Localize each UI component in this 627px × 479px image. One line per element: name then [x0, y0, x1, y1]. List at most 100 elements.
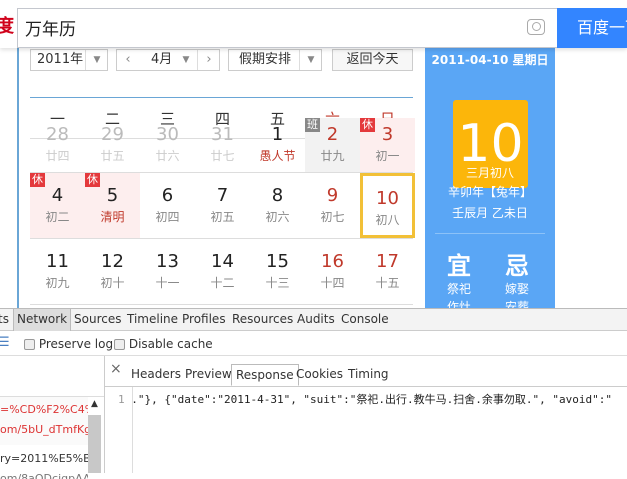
holiday-badge: 休 — [85, 173, 100, 187]
search-input[interactable] — [25, 17, 505, 37]
lunar-date: 清明 — [100, 210, 125, 224]
tab-elements[interactable]: ts — [0, 312, 9, 326]
calendar-day[interactable]: 11 初九 — [30, 239, 85, 304]
calendar-border — [17, 40, 19, 310]
day-number: 29 — [101, 124, 124, 145]
day-number: 5 — [106, 185, 119, 206]
calendar-day[interactable]: 28 廿四 — [30, 118, 85, 172]
request-row[interactable]: ry=2011%E5%B9 om/8aQDcjqpAA — [0, 449, 88, 479]
calendar-day[interactable]: 1 愚人节 — [250, 118, 305, 172]
tab-response[interactable]: Response — [231, 364, 299, 386]
devtools-panel: ts Network Sources Timeline Profiles Res… — [0, 308, 627, 479]
scrollbar-thumb[interactable] — [88, 415, 101, 473]
tab-sources[interactable]: Sources — [74, 312, 121, 326]
lunar-date: 初一 — [375, 149, 400, 163]
back-to-today-button[interactable]: 返回今天 — [332, 49, 413, 71]
calendar-day[interactable]: 16 十四 — [305, 239, 360, 304]
month-select[interactable]: ‹ 4月 ▼ › — [116, 49, 220, 71]
calendar-day[interactable]: 班 2 廿九 — [305, 118, 360, 172]
holiday-value: 假期安排 — [239, 52, 292, 67]
calendar-day[interactable]: 休 4 初二 — [30, 173, 85, 238]
lunar-date: 十三 — [265, 276, 290, 290]
chevron-down-icon: ▼ — [182, 55, 190, 65]
devtools-tabs: ts Network Sources Timeline Profiles Res… — [0, 309, 627, 331]
lunar-date: 十五 — [375, 276, 400, 290]
tab-network[interactable]: Network — [13, 309, 72, 331]
calendar-day[interactable]: 15 十三 — [250, 239, 305, 304]
calendar-day[interactable]: 31 廿七 — [195, 118, 250, 172]
lunar-date: 廿九 — [320, 149, 345, 163]
day-number: 17 — [376, 251, 399, 272]
tab-preview[interactable]: Preview — [185, 367, 232, 381]
calendar-day[interactable]: 休 5 清明 — [85, 173, 140, 238]
pane-divider — [104, 356, 105, 473]
calendar-day[interactable]: 10 初八 — [360, 173, 415, 238]
day-number: 9 — [326, 185, 339, 206]
tab-cookies[interactable]: Cookies — [296, 367, 343, 381]
calendar-day[interactable]: 休 3 初一 — [360, 118, 415, 172]
next-month-icon[interactable]: › — [197, 50, 220, 70]
calendar-day[interactable]: 12 初十 — [85, 239, 140, 304]
tab-resources[interactable]: Resources — [232, 312, 293, 326]
lunar-date: 初八 — [375, 213, 400, 227]
preserve-log-checkbox[interactable]: Preserve log — [24, 337, 113, 351]
camera-icon[interactable] — [527, 19, 545, 35]
lunar-date: 初五 — [210, 210, 235, 224]
day-number: 11 — [46, 251, 69, 272]
calendar-day[interactable]: 8 初六 — [250, 173, 305, 238]
lunar-date: 初七 — [320, 210, 345, 224]
divider — [30, 97, 413, 98]
list-view-icon[interactable]: ☰ — [0, 335, 10, 350]
lunar-date: 初九 — [45, 276, 70, 290]
lunar-date: 十二 — [210, 276, 235, 290]
ji-label: 忌 — [505, 252, 529, 280]
request-row[interactable]: =%CD%F2%C4%lom/5bU_dTmfKg — [0, 397, 88, 445]
tab-profiles[interactable]: Profiles — [182, 312, 226, 326]
day-number: 8 — [271, 185, 284, 206]
day-number: 7 — [216, 185, 229, 206]
lunar-date: 廿五 — [100, 149, 125, 163]
tab-audits[interactable]: Audits — [297, 312, 335, 326]
calendar-day[interactable]: 9 初七 — [305, 173, 360, 238]
close-icon[interactable]: × — [110, 361, 122, 377]
calendar-day[interactable]: 30 廿六 — [140, 118, 195, 172]
baidu-logo: 度 — [0, 16, 14, 37]
detail-ganzhi: 壬辰月 乙未日 — [452, 206, 528, 220]
tab-timeline[interactable]: Timeline — [127, 312, 178, 326]
day-number: 13 — [156, 251, 179, 272]
detail-date: 2011-04-10 星期日 — [431, 53, 549, 67]
chevron-down-icon: ▼ — [85, 50, 108, 70]
day-detail-panel: 2011-04-10 星期日 10 三月初八 辛卯年【兔年】 壬辰月 乙未日 宜… — [425, 40, 555, 314]
lunar-date: 十一 — [155, 276, 180, 290]
divider — [105, 386, 627, 387]
day-number: 10 — [376, 188, 399, 209]
day-number: 28 — [46, 124, 69, 145]
lunar-date: 初十 — [100, 276, 125, 290]
lunar-date: 初六 — [265, 210, 290, 224]
scroll-up-icon[interactable]: ▲ — [91, 399, 98, 409]
calendar-day[interactable]: 13 十一 — [140, 239, 195, 304]
holiday-select[interactable]: 假期安排 ▼ — [228, 49, 322, 71]
lunar-date: 十四 — [320, 276, 345, 290]
disable-cache-checkbox[interactable]: Disable cache — [114, 337, 213, 351]
search-button[interactable]: 百度一下 — [557, 8, 627, 48]
month-value: 4月 — [151, 52, 173, 67]
calendar-day[interactable]: 14 十二 — [195, 239, 250, 304]
holiday-badge: 休 — [30, 173, 45, 187]
chevron-down-icon: ▼ — [299, 50, 322, 70]
prev-month-icon[interactable]: ‹ — [117, 50, 139, 70]
tab-timing[interactable]: Timing — [348, 367, 389, 381]
search-bar: 度 百度一下 — [0, 0, 627, 48]
tab-console[interactable]: Console — [341, 312, 389, 326]
day-number: 15 — [266, 251, 289, 272]
day-number: 4 — [51, 185, 64, 206]
year-select[interactable]: 2011年 ▼ — [30, 49, 108, 71]
calendar-day[interactable]: 29 廿五 — [85, 118, 140, 172]
calendar-day[interactable]: 7 初五 — [195, 173, 250, 238]
calendar-day[interactable]: 17 十五 — [360, 239, 415, 304]
day-number: 14 — [211, 251, 234, 272]
tab-headers[interactable]: Headers — [131, 367, 181, 381]
network-toolbar: ☰ Preserve log Disable cache — [0, 332, 627, 356]
calendar-day[interactable]: 6 初四 — [140, 173, 195, 238]
divider — [435, 233, 545, 234]
